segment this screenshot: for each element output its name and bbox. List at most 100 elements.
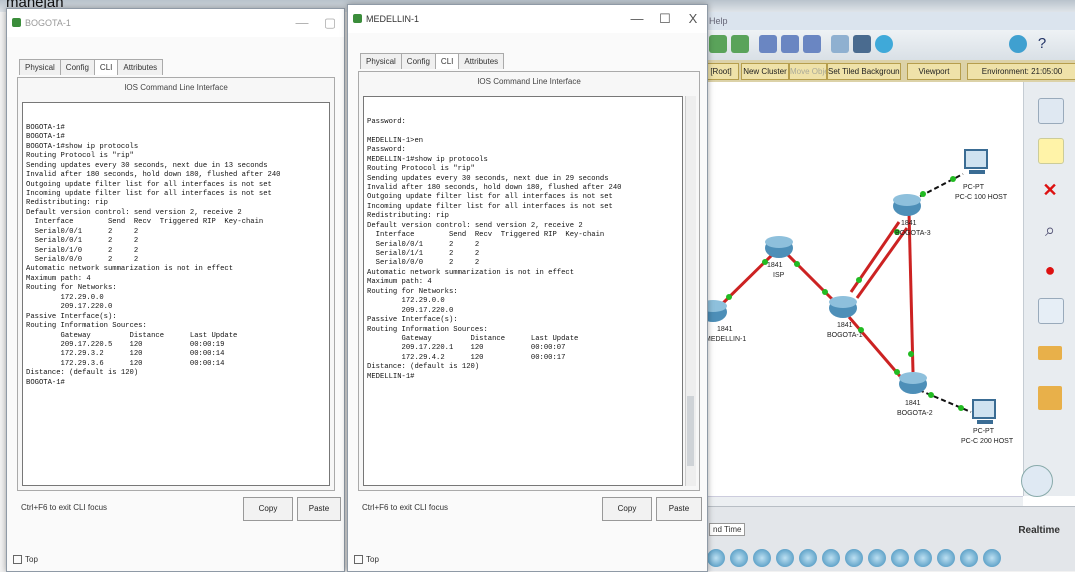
console-line: BOGOTA-1#: [26, 378, 65, 387]
note-icon[interactable]: [1038, 138, 1064, 164]
device-category-icon[interactable]: [914, 549, 932, 567]
move-object-button[interactable]: Move Object: [789, 63, 827, 80]
device-category-icon[interactable]: [845, 549, 863, 567]
top-checkbox[interactable]: Top: [354, 555, 379, 565]
device-category-icon[interactable]: [776, 549, 794, 567]
top-checkbox-label: Top: [25, 555, 38, 564]
cli-console[interactable]: BOGOTA-1# BOGOTA-1# BOGOTA-1#show ip proto…: [22, 102, 330, 486]
zoom-in-icon[interactable]: [709, 35, 727, 53]
console-line: 172.29.4.2 120 00:00:17: [367, 353, 566, 362]
tab-config[interactable]: Config: [59, 59, 95, 75]
complex-pdu-icon[interactable]: [1038, 386, 1062, 410]
link-light: [958, 405, 964, 411]
select-icon[interactable]: [1038, 98, 1064, 124]
device-category-icon[interactable]: [799, 549, 817, 567]
device-category-icon[interactable]: [822, 549, 840, 567]
pc-icon[interactable]: [964, 149, 988, 174]
checkbox-box[interactable]: [13, 555, 22, 565]
window-title: BOGOTA-1: [25, 18, 71, 28]
zoom-out-icon[interactable]: [731, 35, 749, 53]
console-scrollbar[interactable]: [685, 96, 696, 486]
tiled-background-button[interactable]: Set Tiled Background: [827, 63, 901, 80]
tab-physical[interactable]: Physical: [19, 59, 61, 75]
window-controls: — ▢: [288, 9, 344, 37]
environment-button[interactable]: Environment: 21:05:00: [967, 63, 1075, 80]
tab-cli[interactable]: CLI: [434, 53, 460, 69]
paste-button[interactable]: Paste: [656, 497, 702, 521]
clock-icon[interactable]: [1021, 465, 1053, 497]
maximize-button[interactable]: ▢: [316, 9, 344, 37]
console-line: Serial0/0/0 2 2: [367, 259, 480, 268]
console-line: Routing Protocol is "rip": [26, 152, 134, 161]
device-category-icon[interactable]: [753, 549, 771, 567]
draw-icon[interactable]: ●: [1038, 258, 1062, 282]
link-light: [822, 289, 828, 295]
focus-hint: Ctrl+F6 to exit CLI focus: [362, 503, 449, 512]
close-button[interactable]: X: [679, 5, 707, 33]
cli-console[interactable]: Password: MEDELLIN-1>en Password: MEDELLIN-…: [363, 96, 683, 486]
device-category-icon[interactable]: [960, 549, 978, 567]
maximize-button[interactable]: ☐: [651, 5, 679, 33]
root-button[interactable]: [Root]: [703, 63, 739, 80]
resize-icon[interactable]: [1038, 298, 1064, 324]
paste-button[interactable]: Paste: [297, 497, 341, 521]
device-tabs: Physical Config CLI Attributes: [19, 57, 164, 77]
logical-workspace[interactable]: 1841 ISP 1841 BOGOTA-1 1841 MEDELLIN-1 1…: [701, 82, 1023, 496]
device-model-label: 1841: [837, 322, 853, 329]
palette-icon[interactable]: [831, 35, 849, 53]
top-checkbox[interactable]: Top: [13, 555, 38, 565]
tab-attributes[interactable]: Attributes: [117, 59, 164, 75]
new-cluster-button[interactable]: New Cluster: [741, 63, 789, 80]
console-line: Default version control: send version 2,…: [26, 208, 242, 217]
minimize-button[interactable]: —: [623, 5, 651, 33]
device-category-icon[interactable]: [983, 549, 1001, 567]
tab-config[interactable]: Config: [400, 53, 436, 69]
simple-pdu-icon[interactable]: [1038, 346, 1062, 360]
device-category-icon[interactable]: [868, 549, 886, 567]
console-line: Passive Interface(s):: [367, 316, 458, 325]
device-category-icon[interactable]: [891, 549, 909, 567]
copy-button[interactable]: Copy: [243, 497, 293, 521]
info-icon[interactable]: [1009, 35, 1027, 53]
device-model-label: 1841: [905, 400, 921, 407]
delete-icon[interactable]: ✕: [1038, 178, 1062, 202]
router-icon[interactable]: [765, 236, 793, 258]
console-line: Interface Send Recv Triggered RIP Key-ch…: [367, 231, 605, 240]
cli-panel: IOS Command Line Interface Password: MEDE…: [358, 71, 700, 491]
device-category-icon[interactable]: [937, 549, 955, 567]
bogota-router-window: BOGOTA-1 — ▢ Physical Config CLI Attributes …: [6, 8, 345, 572]
realtime-label[interactable]: Realtime: [1018, 525, 1060, 536]
device-category-icon[interactable]: [730, 549, 748, 567]
copy-button[interactable]: Copy: [602, 497, 652, 521]
link-light: [920, 191, 926, 197]
device-category-icon[interactable]: [707, 549, 725, 567]
pc-icon[interactable]: [972, 399, 996, 424]
minimize-button[interactable]: —: [288, 9, 316, 37]
scrollbar-thumb[interactable]: [687, 396, 694, 466]
console-line: Maximum path: 4: [367, 278, 432, 287]
console-line: Routing Information Sources:: [367, 325, 488, 334]
tab-physical[interactable]: Physical: [360, 53, 402, 69]
tab-attributes[interactable]: Attributes: [458, 53, 505, 69]
inspect-icon[interactable]: ⌕: [1038, 218, 1062, 242]
console-line: Routing for Networks:: [367, 287, 458, 296]
time-tab[interactable]: nd Time: [709, 523, 746, 536]
tab-cli[interactable]: CLI: [93, 59, 119, 75]
panel-title: IOS Command Line Interface: [477, 77, 581, 86]
network-icon[interactable]: [875, 35, 893, 53]
router-icon[interactable]: [829, 296, 857, 318]
checkbox-box[interactable]: [354, 555, 363, 565]
router-icon[interactable]: [893, 194, 921, 216]
console-line: Passive Interface(s):: [26, 312, 117, 321]
search-icon[interactable]: [803, 35, 821, 53]
router-icon[interactable]: [899, 372, 927, 394]
device-name-label: ISP: [773, 272, 785, 279]
viewport-button[interactable]: Viewport: [907, 63, 961, 80]
custom-device-icon[interactable]: [853, 35, 871, 53]
console-line: Routing Protocol is "rip": [367, 165, 475, 174]
search-icon[interactable]: [781, 35, 799, 53]
window-controls: — ☐ X: [623, 5, 707, 33]
packet-tracer-window: Help ? [Root] New Cluster Move Object Se…: [700, 12, 1075, 571]
search-icon[interactable]: [759, 35, 777, 53]
help-icon[interactable]: ?: [1033, 35, 1051, 53]
